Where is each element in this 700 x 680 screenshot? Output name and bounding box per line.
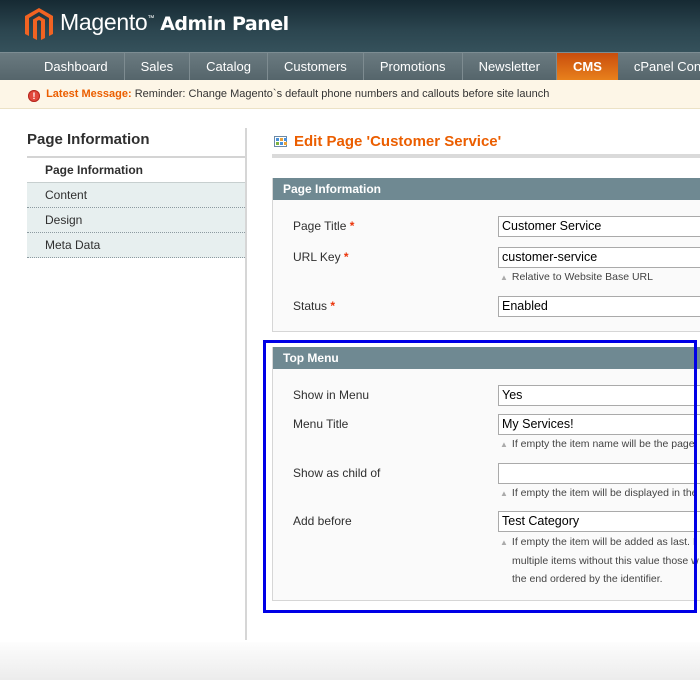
label-text: Page Title xyxy=(293,219,347,233)
required-mark: * xyxy=(330,299,336,313)
page-tabs-sidebar: Page Information Page Information Conten… xyxy=(27,127,247,258)
magento-logo-icon[interactable] xyxy=(25,8,53,40)
latest-message-bar: ! Latest Message: Reminder: Change Magen… xyxy=(0,80,700,109)
tab-page-information[interactable]: Page Information xyxy=(27,158,247,183)
message-text: Reminder: Change Magento`s default phone… xyxy=(134,88,550,100)
brand-name: Magento xyxy=(60,9,148,35)
brand-subtitle: Admin Panel xyxy=(160,13,289,35)
sidebar-divider xyxy=(245,128,247,640)
page-grid-icon xyxy=(274,136,287,147)
main-content: Edit Page 'Customer Service' Page Inform… xyxy=(272,128,700,601)
status-label: Status * xyxy=(293,299,335,313)
required-mark: * xyxy=(343,250,349,264)
nav-item-newsletter[interactable]: Newsletter xyxy=(463,53,557,80)
page-header: Edit Page 'Customer Service' xyxy=(272,128,700,158)
status-select[interactable]: Enabled xyxy=(498,296,700,317)
label-text: URL Key xyxy=(293,250,341,264)
url-key-input[interactable]: customer-service xyxy=(498,247,700,268)
nav-item-dashboard[interactable]: Dashboard xyxy=(28,53,125,80)
tab-design[interactable]: Design xyxy=(27,208,247,233)
label-text: Status xyxy=(293,299,328,313)
alert-icon: ! xyxy=(28,90,40,102)
tab-meta-data[interactable]: Meta Data xyxy=(27,233,247,258)
note-triangle-icon: ▲ xyxy=(500,273,508,282)
main-nav: Dashboard Sales Catalog Customers Promot… xyxy=(0,52,700,80)
top-menu-highlight-box xyxy=(263,340,697,613)
page-title-input[interactable]: Customer Service xyxy=(498,216,700,237)
trademark: ™ xyxy=(147,15,155,22)
nav-item-cms[interactable]: CMS xyxy=(556,53,618,80)
fieldset-legend: Page Information xyxy=(273,178,700,200)
page-information-fieldset: Page Information Page Title * Customer S… xyxy=(272,178,700,332)
page-footer xyxy=(0,642,700,680)
nav-item-customers[interactable]: Customers xyxy=(268,53,364,80)
brand-title: Magento™ Admin Panel xyxy=(60,9,289,36)
page-title-label: Page Title * xyxy=(293,219,354,233)
note-text: Relative to Website Base URL xyxy=(511,271,653,283)
tab-content[interactable]: Content xyxy=(27,183,247,208)
sidebar-title: Page Information xyxy=(27,127,247,158)
nav-item-catalog[interactable]: Catalog xyxy=(190,53,268,80)
nav-item-cpanel-connector[interactable]: cPanel Connector xyxy=(618,53,700,80)
required-mark: * xyxy=(349,219,355,233)
message-label: Latest Message: xyxy=(46,88,132,100)
url-key-label: URL Key * xyxy=(293,250,349,264)
page-title: Edit Page 'Customer Service' xyxy=(294,133,502,150)
nav-item-sales[interactable]: Sales xyxy=(125,53,191,80)
url-key-note: ▲ Relative to Website Base URL xyxy=(500,269,700,286)
nav-item-promotions[interactable]: Promotions xyxy=(364,53,463,80)
app-header: Magento™ Admin Panel xyxy=(0,0,700,52)
